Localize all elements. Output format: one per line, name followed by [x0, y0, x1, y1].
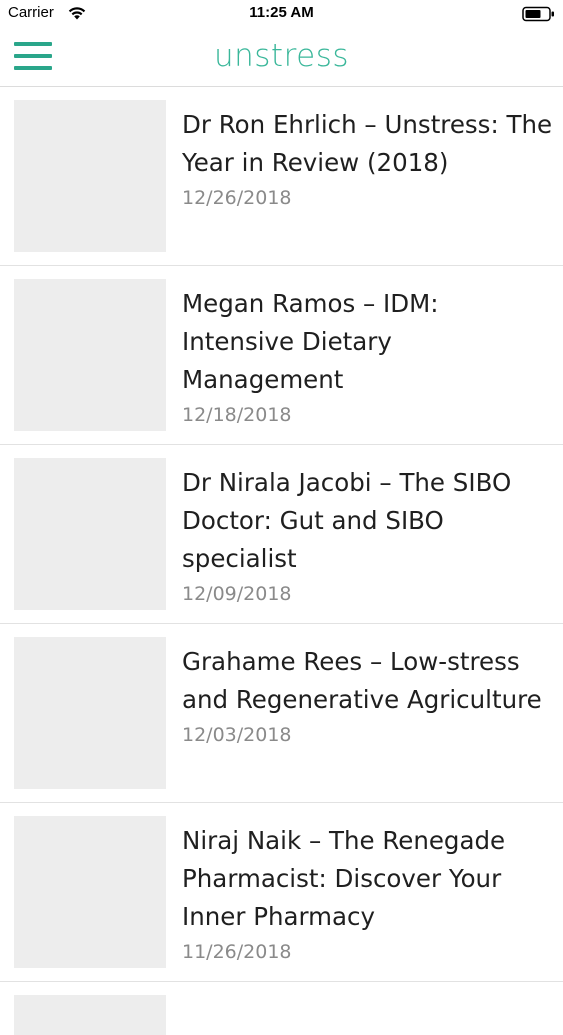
article-date: 11/26/2018 — [182, 941, 292, 963]
article-text: Dr Ron Ehrlich – Unstress: The Year in R… — [182, 106, 554, 212]
article-thumbnail — [14, 100, 166, 252]
article-date: 12/26/2018 — [182, 187, 292, 209]
status-bar: Carrier 11:25 AM — [0, 0, 563, 30]
battery-icon — [522, 6, 554, 22]
article-item-partial[interactable] — [0, 982, 563, 1035]
article-date: 12/09/2018 — [182, 583, 292, 605]
article-title: Megan Ramos – IDM: Intensive Dietary Man… — [182, 289, 439, 394]
article-item[interactable]: Niraj Naik – The Renegade Pharmacist: Di… — [0, 803, 563, 982]
article-item[interactable]: Dr Nirala Jacobi – The SIBO Doctor: Gut … — [0, 445, 563, 624]
article-thumbnail — [14, 637, 166, 789]
article-title: Dr Nirala Jacobi – The SIBO Doctor: Gut … — [182, 468, 512, 573]
article-title: Dr Ron Ehrlich – Unstress: The Year in R… — [182, 110, 553, 177]
article-date: 12/18/2018 — [182, 404, 292, 426]
article-text: Niraj Naik – The Renegade Pharmacist: Di… — [182, 822, 554, 966]
article-text: Dr Nirala Jacobi – The SIBO Doctor: Gut … — [182, 464, 554, 608]
article-item[interactable]: Megan Ramos – IDM: Intensive Dietary Man… — [0, 266, 563, 445]
article-item[interactable]: Grahame Rees – Low-stress and Regenerati… — [0, 624, 563, 803]
article-text: Megan Ramos – IDM: Intensive Dietary Man… — [182, 285, 554, 429]
app-logo: unstress — [213, 38, 350, 74]
article-thumbnail — [14, 279, 166, 431]
article-title: Niraj Naik – The Renegade Pharmacist: Di… — [182, 826, 506, 931]
article-date: 12/03/2018 — [182, 724, 292, 746]
article-thumbnail — [14, 816, 166, 968]
article-title: Grahame Rees – Low-stress and Regenerati… — [182, 647, 542, 714]
article-list: Dr Ron Ehrlich – Unstress: The Year in R… — [0, 87, 563, 1035]
status-time: 11:25 AM — [249, 4, 314, 21]
article-text: Grahame Rees – Low-stress and Regenerati… — [182, 643, 554, 749]
article-thumbnail — [14, 458, 166, 610]
article-item[interactable]: Dr Ron Ehrlich – Unstress: The Year in R… — [0, 87, 563, 266]
article-thumbnail — [14, 995, 166, 1035]
app-header: unstress — [0, 30, 563, 87]
